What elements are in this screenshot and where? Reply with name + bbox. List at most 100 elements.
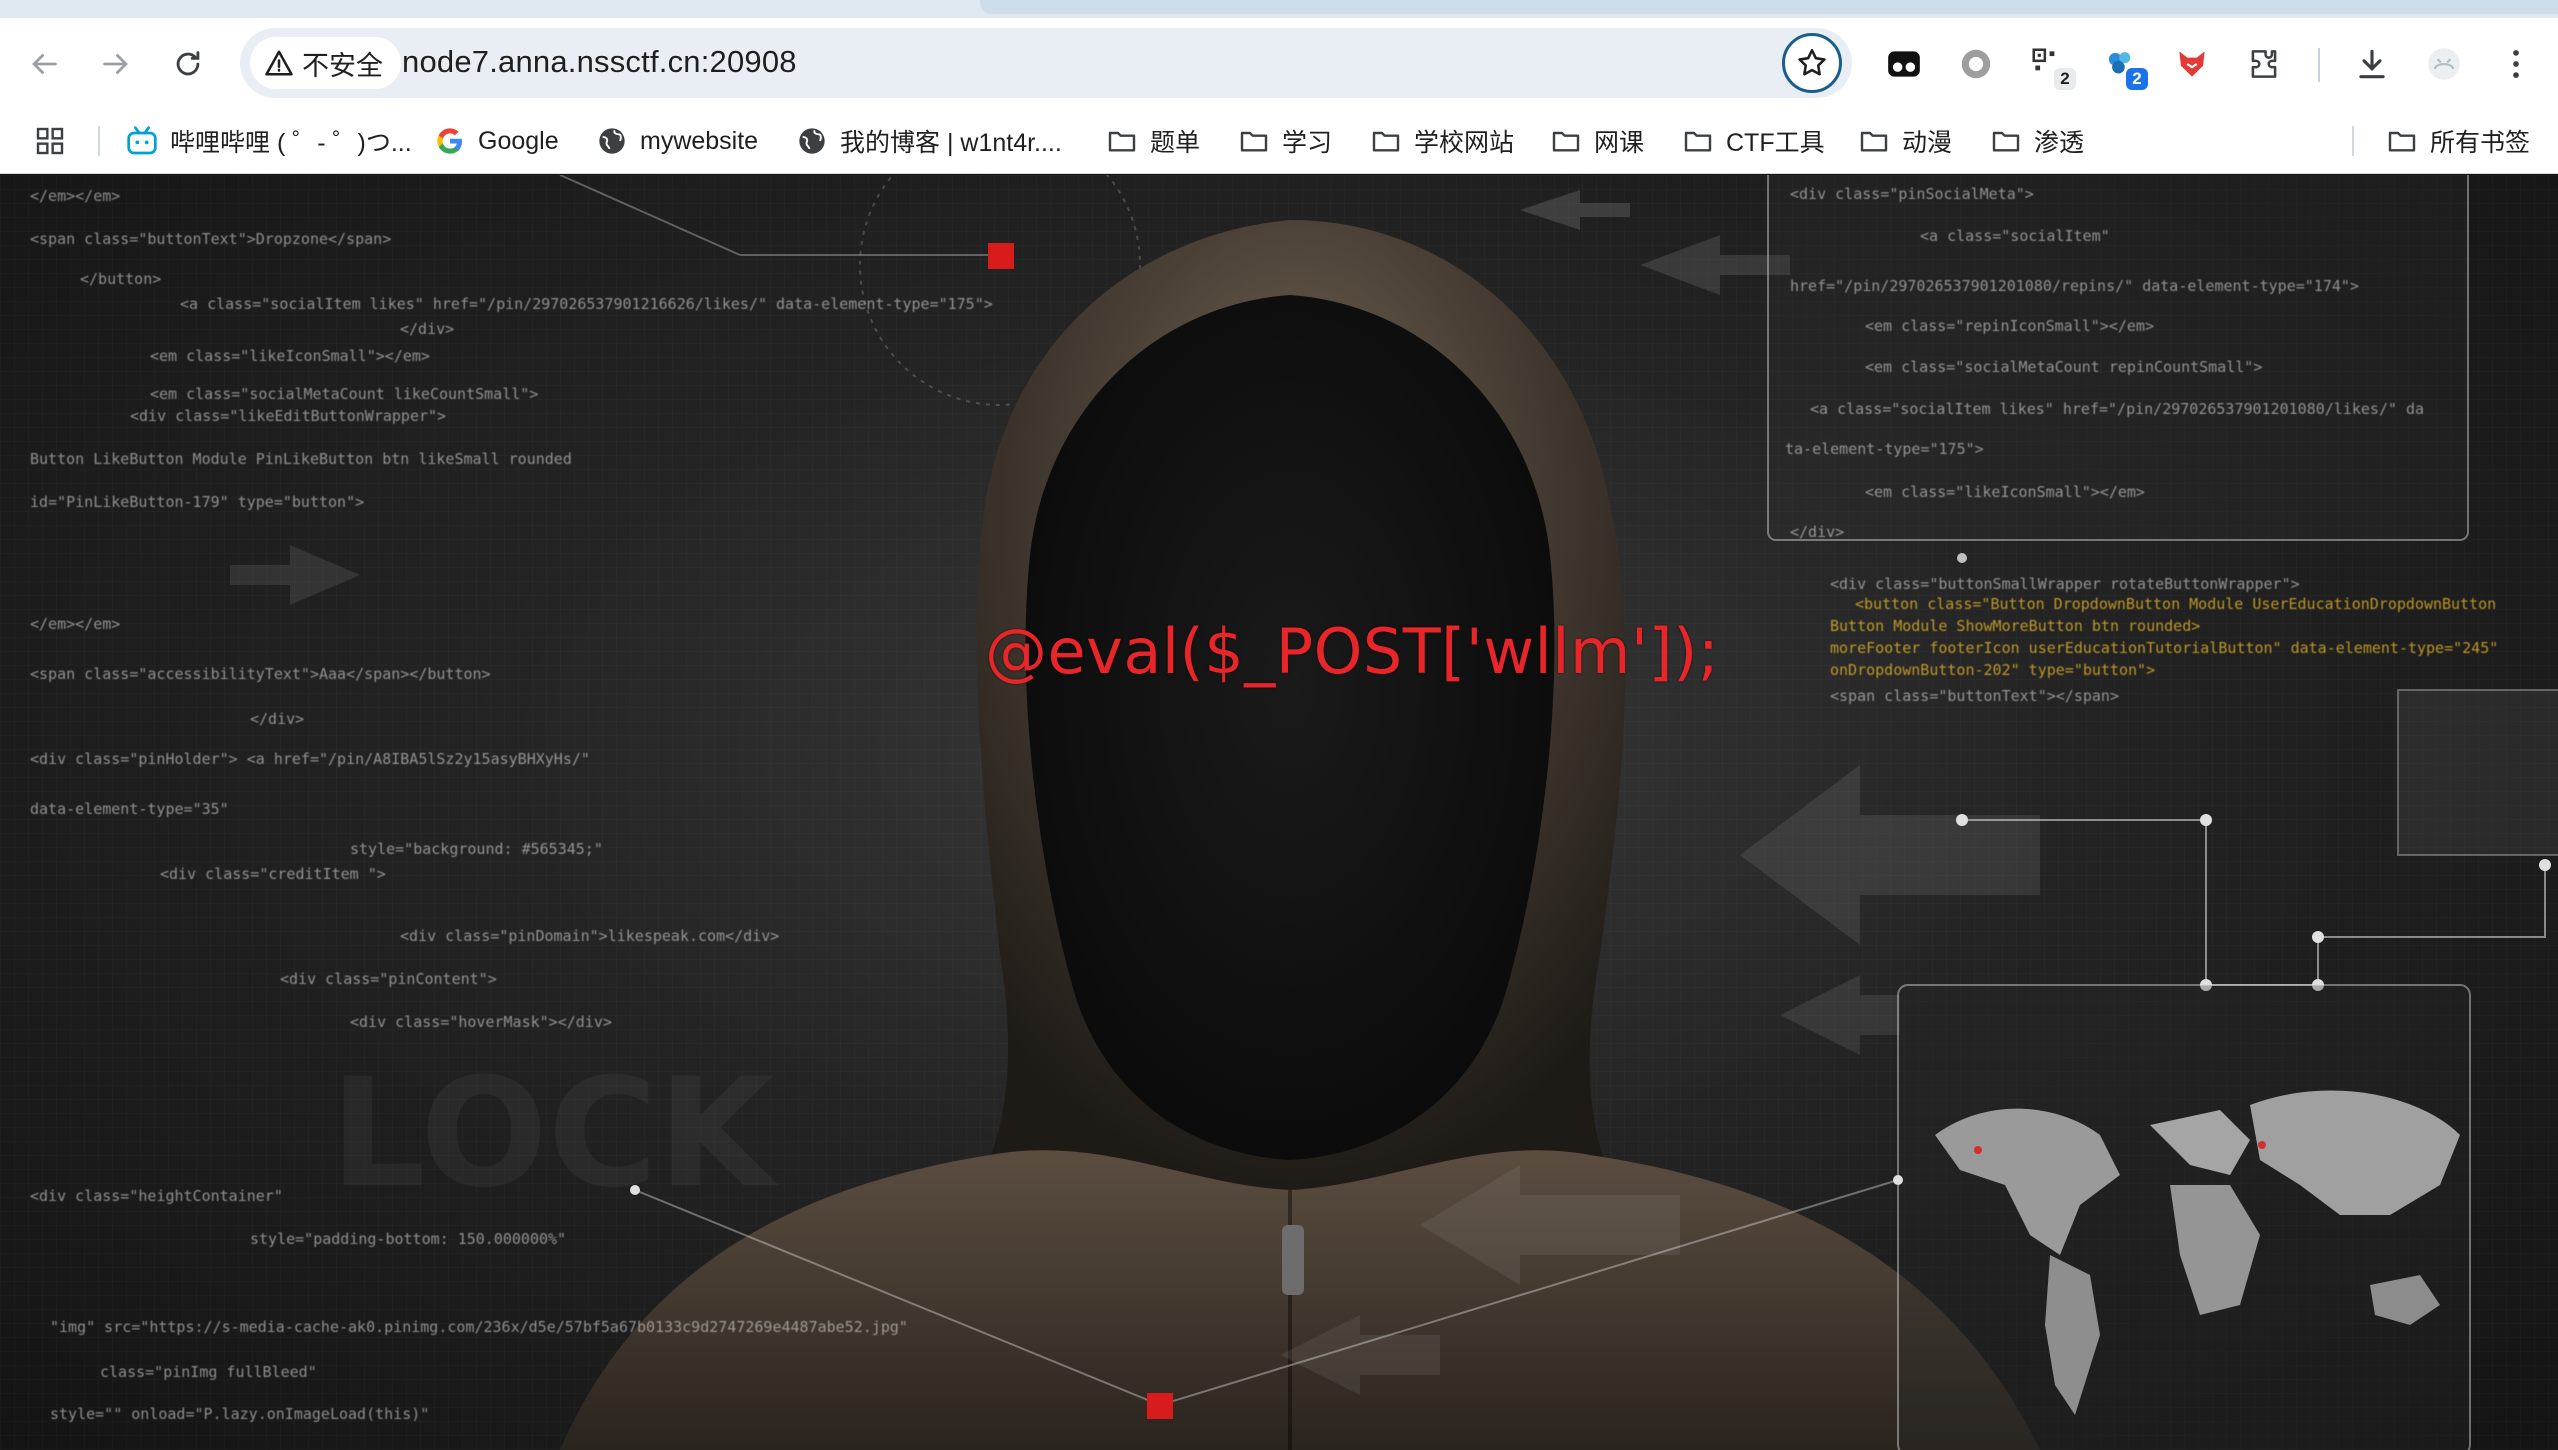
bookmark-label: CTF工具 [1726,129,1825,157]
bookmark-label: 学校网站 [1414,129,1515,157]
decor-code-line: <em class="socialMetaCount likeCountSmal… [150,385,539,403]
folder-icon [1992,131,2020,152]
bookmark-folder-anime[interactable]: 动漫 [1858,120,1952,162]
decor-code-line: style="background: #565345;" [350,840,603,858]
url-text[interactable]: node7.anna.nssctf.cn:20908 [402,44,797,80]
bookmark-label: Google [478,126,559,155]
security-label: 不安全 [302,50,383,81]
reload-button[interactable] [164,40,212,88]
bookmark-label: mywebsite [640,126,759,155]
apps-button[interactable] [34,120,66,162]
bookmark-mywebsite[interactable]: mywebsite [596,120,758,162]
decor-code-line: <em class="likeIconSmall"></em> [1865,483,2145,501]
toolbar-separator [2318,48,2320,82]
decor-code-line: </div> [1790,523,1845,541]
record-icon [1961,49,1991,79]
bookmark-folder-wangke[interactable]: 网课 [1550,120,1644,162]
bookmark-label: 网课 [1594,129,1645,157]
bookmark-folder-xuexi[interactable]: 学习 [1238,120,1332,162]
decor-code-line: ta-element-type="175"> [1785,440,1984,458]
decor-code-line: <div class="likeEditButtonWrapper"> [130,407,447,425]
decor-code-line: <div class="pinDomain">likespeak.com</di… [400,927,780,945]
globe-icon [799,128,825,154]
decor-code-line: moreFooter footerIcon userEducationTutor… [1830,639,2499,657]
decor-code-line: <a class="socialItem" [1920,227,2110,245]
bookmark-folder-pentest[interactable]: 渗透 [1990,120,2084,162]
decor-code-line: style="" onload="P.lazy.onImageLoad(this… [50,1405,430,1423]
bookmark-folder-school[interactable]: 学校网站 [1370,120,1514,162]
decor-code-line: <a class="socialItem likes" href="/pin/2… [1810,400,2425,418]
security-indicator[interactable]: 不安全 [250,37,401,89]
folder-icon [1372,131,1400,152]
tampermonkey-icon [1888,51,1920,77]
decor-code-line: <div class="pinHolder"> <a href="/pin/A8… [30,750,590,768]
bookmark-star-button[interactable] [1782,33,1842,93]
svg-text:LOCK: LOCK [330,1047,779,1221]
decor-code-line: id="PinLikeButton-179" type="button"> [30,493,365,511]
decor-code-line: <em class="likeIconSmall"></em> [150,347,430,365]
record-extension[interactable] [1952,40,2000,88]
decor-code-line: <span class="accessibilityText">Ааа</spa… [30,665,491,683]
decor-code-line: <div class="pinSocialMeta"> [1790,185,2034,203]
decor-code-line: data-element-type="35" [30,800,229,818]
fox-extension[interactable] [2168,40,2216,88]
tab-strip [0,0,2558,18]
decor-code-line: <div class="pinContent"> [280,970,497,988]
globe-icon [599,128,625,154]
qr-extension[interactable]: 2 [2024,40,2076,90]
decor-code-line: style="padding-bottom: 150.000000%" [250,1230,567,1248]
active-tab-edge[interactable] [980,0,2558,14]
reload-icon [176,51,200,76]
forward-button[interactable] [92,40,140,88]
bookmarks-bar: 哔哩哔哩 ( ゜- ゜)つ... Google mywebsite 我的博客 |… [0,108,2558,174]
decor-code-line: "img" src="https://s-media-cache-ak0.pin… [50,1318,908,1336]
bookmark-folder-ctf-tools[interactable]: CTF工具 [1682,120,1825,162]
decor-code-line: </div> [400,320,455,338]
page-content: LOCK </em></em> <span class="buttonText"… [0,175,2558,1450]
folder-icon [1108,131,1136,152]
decor-code-line: <a class="socialItem likes" href="/pin/2… [180,295,993,313]
warning-triangle-icon [265,50,293,76]
qr-extension-badge: 2 [2054,68,2076,90]
decor-code-line: </em></em> [30,187,121,205]
all-bookmarks-button[interactable]: 所有书签 [2386,120,2530,162]
bookmark-bilibili[interactable]: 哔哩哔哩 ( ゜- ゜)つ... [126,120,412,162]
folder-icon [1860,131,1888,152]
back-button[interactable] [20,40,68,88]
all-bookmarks-label: 所有书签 [2430,129,2531,157]
extensions-menu-button[interactable] [2240,40,2288,88]
bookmark-label: 动漫 [1902,129,1953,157]
decor-code-line: <span class="buttonText">Dropzone</span> [30,230,392,248]
bookmark-label: 渗透 [2034,129,2085,157]
download-icon [2359,49,2385,79]
downloads-button[interactable] [2348,40,2396,88]
wappalyzer-extension[interactable]: 2 [2096,40,2148,90]
folder-icon [1684,131,1712,152]
bookmark-label: 哔哩哔哩 ( ゜- ゜)つ... [170,129,412,157]
bookmark-google[interactable]: Google [434,120,559,162]
decor-code-line: <div class="heightContainer" [30,1187,283,1205]
decor-code-line: onDropdownButton-202" type="button"> [1830,661,2156,679]
profile-button[interactable] [2420,40,2468,88]
bookmarks-separator [98,126,100,156]
star-icon [1798,48,1826,76]
decor-code-line: href="/pin/297026537901201080/repins/" d… [1790,277,2359,295]
tampermonkey-extension[interactable] [1880,40,1928,88]
avatar-icon [2428,48,2460,80]
bookmarks-separator [2352,126,2354,156]
decor-code-line: <div class="buttonSmallWrapper rotateBut… [1830,575,2300,593]
decor-code-line: </button> [80,270,162,288]
forward-arrow-icon [103,54,128,74]
decor-code-line: <span class="buttonText"></span> [1830,687,2119,705]
folder-icon [1240,131,1268,152]
bookmark-blog[interactable]: 我的博客 | w1nt4r.... [796,120,1062,162]
address-bar[interactable]: 不安全 node7.anna.nssctf.cn:20908 [240,28,1852,98]
decor-code-line: <div class="creditItem "> [160,865,386,883]
decor-code-line: <div class="hoverMask"></div> [350,1013,612,1031]
browser-menu-button[interactable] [2492,40,2540,88]
extensions-puzzle-icon [2251,50,2277,78]
decor-code-line: </div> [250,710,305,728]
folder-icon [1552,131,1580,152]
decor-code-line: Button Module ShowMoreButton btn rounded… [1830,617,2201,635]
bookmark-folder-tidan[interactable]: 题单 [1106,120,1200,162]
